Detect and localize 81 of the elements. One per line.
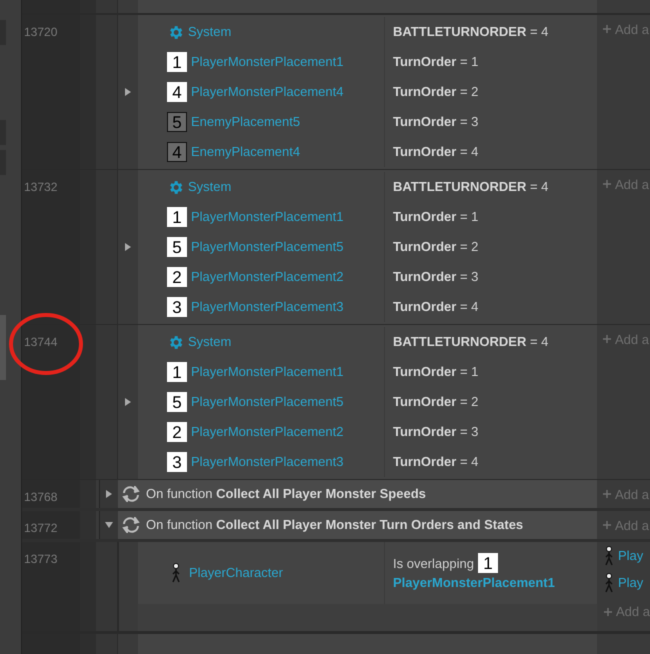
number-tile-icon: 3 — [167, 452, 187, 472]
object-name[interactable]: PlayerMonsterPlacement2 — [191, 422, 344, 442]
gear-icon — [167, 334, 184, 350]
refresh-icon — [122, 486, 140, 502]
object-name[interactable]: System — [188, 177, 232, 197]
number-tile-icon: 2 — [167, 422, 187, 442]
event-gutter — [118, 634, 138, 654]
number-tile-icon: 1 — [167, 362, 187, 382]
condition-text[interactable]: TurnOrder = 1 — [393, 52, 478, 72]
line-number: 13768 — [24, 489, 58, 506]
line-number: 13732 — [24, 179, 58, 196]
action-column — [597, 634, 650, 654]
stick-figure-icon — [604, 546, 614, 566]
action-object-name[interactable]: Play — [618, 546, 644, 566]
number-tile-icon: 1 — [478, 553, 498, 574]
condition-text[interactable]: BATTLETURNORDER = 4 — [393, 332, 548, 352]
object-name[interactable]: PlayerMonsterPlacement5 — [191, 237, 344, 257]
function-header[interactable]: On function Collect All Player Monster Speeds — [118, 480, 597, 508]
object-name[interactable]: PlayerMonsterPlacement5 — [191, 392, 344, 412]
condition-text[interactable]: TurnOrder = 3 — [393, 422, 478, 442]
function-title: On function Collect All Player Monster Turn Orders and States — [146, 516, 524, 534]
line-number: 13773 — [24, 551, 58, 568]
condition-text[interactable]: TurnOrder = 2 — [393, 392, 478, 412]
number-tile-icon: 2 — [167, 267, 187, 287]
number-tile-icon: 3 — [167, 297, 187, 317]
object-name[interactable]: System — [188, 22, 232, 42]
function-header[interactable]: On function Collect All Player Monster Turn Orders and States — [118, 511, 597, 539]
function-title: On function Collect All Player Monster Speeds — [146, 485, 426, 504]
object-name[interactable]: PlayerMonsterPlacement1 — [393, 573, 597, 593]
action-column — [597, 0, 650, 13]
gear-icon — [167, 24, 184, 40]
number-tile-icon: 5 — [167, 392, 187, 412]
condition-text[interactable]: TurnOrder = 3 — [393, 267, 478, 287]
gear-icon — [167, 178, 184, 196]
expand-arrow-icon[interactable] — [124, 398, 132, 406]
object-name[interactable]: PlayerCharacter — [189, 563, 283, 583]
condition-text[interactable]: BATTLETURNORDER = 4 — [393, 22, 548, 42]
object-name[interactable]: EnemyPlacement4 — [191, 142, 300, 162]
expand-arrow-icon[interactable] — [124, 243, 132, 251]
expand-arrow-icon[interactable] — [105, 490, 113, 498]
object-name[interactable]: PlayerMonsterPlacement1 — [191, 207, 344, 227]
object-name[interactable]: PlayerMonsterPlacement2 — [191, 267, 344, 287]
expand-arrow-icon[interactable] — [124, 88, 132, 96]
number-tile-icon: 1 — [167, 207, 187, 227]
object-name[interactable]: PlayerMonsterPlacement1 — [191, 362, 344, 382]
condition-text[interactable]: TurnOrder = 4 — [393, 452, 478, 472]
number-tile-icon: 4 — [167, 142, 187, 162]
condition-text[interactable]: Is overlapping — [393, 554, 474, 573]
refresh-icon — [122, 517, 140, 533]
plus-icon — [603, 521, 611, 529]
object-name[interactable]: PlayerMonsterPlacement3 — [191, 297, 344, 317]
event-gutter — [118, 0, 138, 13]
condition-text[interactable]: TurnOrder = 3 — [393, 112, 478, 132]
condition-text[interactable]: TurnOrder = 4 — [393, 297, 478, 317]
plus-icon — [604, 608, 612, 616]
line-number: 13744 — [24, 334, 58, 351]
number-tile-icon: 5 — [167, 112, 187, 132]
condition-text[interactable]: TurnOrder = 1 — [393, 207, 478, 227]
plus-icon — [603, 490, 611, 498]
condition-text[interactable]: TurnOrder = 4 — [393, 142, 478, 162]
condition-text[interactable]: BATTLETURNORDER = 4 — [393, 177, 548, 197]
collapse-arrow-icon[interactable] — [105, 521, 113, 529]
stick-figure-icon — [171, 563, 181, 583]
plus-icon — [603, 25, 611, 33]
object-name[interactable]: PlayerMonsterPlacement4 — [191, 82, 344, 102]
condition-text[interactable]: TurnOrder = 2 — [393, 82, 478, 102]
plus-icon — [603, 180, 611, 188]
plus-icon — [603, 335, 611, 343]
condition-text[interactable]: TurnOrder = 1 — [393, 362, 478, 382]
number-tile-icon: 1 — [167, 52, 187, 72]
object-name[interactable]: EnemyPlacement5 — [191, 112, 300, 132]
line-number: 13720 — [24, 24, 58, 41]
object-name[interactable]: System — [188, 332, 232, 352]
number-tile-icon: 4 — [167, 82, 187, 102]
number-tile-icon: 5 — [167, 237, 187, 257]
stick-figure-icon — [604, 572, 614, 592]
line-number: 13772 — [24, 520, 58, 537]
object-name[interactable]: PlayerMonsterPlacement1 — [191, 52, 344, 72]
object-name[interactable]: PlayerMonsterPlacement3 — [191, 452, 344, 472]
action-object-name[interactable]: Play — [618, 572, 644, 592]
condition-text[interactable]: TurnOrder = 2 — [393, 237, 478, 257]
